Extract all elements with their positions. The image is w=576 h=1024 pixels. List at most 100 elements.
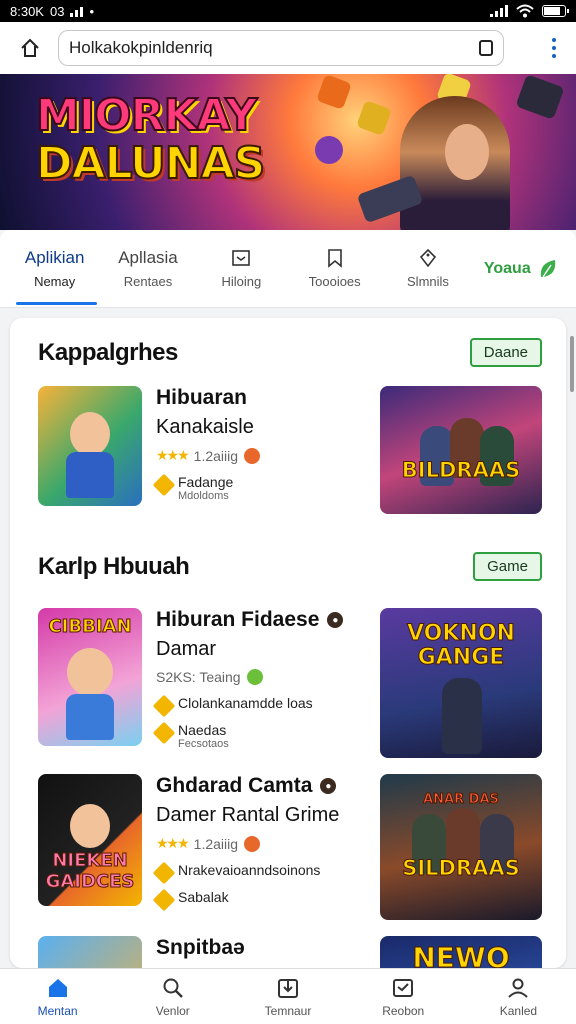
app-tag: Sabalak	[152, 888, 376, 912]
tag-text: Fadange	[178, 474, 234, 490]
section-more-button[interactable]: Daane	[469, 338, 542, 367]
app-poster[interactable]: ANAR DAS SILDRAAS	[380, 774, 542, 920]
list-item[interactable]: NIEKEN GAIDCES Ghdarad Camta ● Damer Rant…	[38, 774, 542, 920]
tab-sublabel: Nemay	[34, 274, 76, 289]
signal-small-icon	[70, 5, 84, 17]
app-thumbnail[interactable]: NIEKEN GAIDCES	[38, 774, 142, 906]
app-name-text: Snpitbaə	[156, 936, 245, 959]
list-item[interactable]: Hibuaran Kanakaisle ★★★ 1.2aiiig Fadange M…	[38, 386, 542, 516]
banner-title-line1: MIORKAY	[35, 90, 258, 141]
app-name: Hibuaran	[156, 386, 376, 410]
poster-title: VOKNON GANGE	[407, 621, 516, 670]
rating-text: S2KS: Teaing	[156, 669, 241, 685]
tag-icon	[152, 694, 176, 718]
tab-toooioes[interactable]: Toooioes	[288, 230, 381, 307]
tab-sublabel: Rentaes	[123, 274, 173, 289]
star-rating-icon: ★★★	[156, 835, 190, 851]
home-icon	[48, 978, 67, 997]
category-tabs: Aplikian Nemay Apllasia Rentaes Hiloing …	[0, 230, 576, 308]
tab-label: Apllasia	[118, 248, 178, 267]
character-body	[66, 694, 114, 740]
poster-title: SILDRAAS	[402, 856, 521, 881]
bottom-navigation: Mentan Venlor Temnaur Reobon Kanled	[0, 968, 576, 1024]
nav-label: Temnaur	[264, 1003, 312, 1018]
section-more-button[interactable]: Game	[473, 552, 542, 581]
thumbnail-title: CIBBIAN	[48, 616, 132, 638]
battery-icon	[542, 5, 569, 17]
wifi-icon	[516, 4, 534, 18]
tag-text: Nrakevaioanndsoinons	[178, 862, 321, 878]
section-title: Kappalgrhes	[38, 338, 178, 366]
tab-apllasia[interactable]: Apllasia Rentaes	[101, 230, 194, 307]
app-name-text: Hiburan Fidaese	[156, 608, 320, 631]
address-bar[interactable]: Holkakokpinldenriq	[58, 30, 504, 66]
list-item[interactable]: Snpitbaə NEWO	[38, 936, 542, 968]
search-icon	[163, 978, 183, 998]
tag-icon	[152, 721, 176, 745]
tab-yoaua[interactable]: Yoaua	[475, 230, 568, 307]
tag-subtext: Mdoldoms	[178, 490, 229, 502]
promo-banner[interactable]: MIORKAY DALUNAS	[0, 74, 576, 230]
status-bar: 8:30K 03 •	[0, 0, 576, 22]
banner-logo: MIORKAY DALUNAS	[35, 90, 276, 189]
bookmark-icon	[324, 248, 346, 268]
app-poster[interactable]: VOKNON GANGE	[380, 608, 542, 758]
tag-icon	[152, 861, 176, 885]
poster-title: NEWO	[412, 941, 510, 968]
home-button[interactable]	[12, 30, 48, 66]
tabs-icon[interactable]	[479, 40, 493, 56]
app-thumbnail[interactable]: CIBBIAN	[38, 608, 142, 746]
tab-slmnils[interactable]: Slmnils	[381, 230, 474, 307]
browser-toolbar: Holkakokpinldenriq	[0, 22, 576, 74]
app-tag: Fadange Mdoldoms	[152, 473, 376, 503]
cell-signal-icon	[490, 5, 508, 17]
floating-crate-icon	[356, 100, 392, 136]
home-outline-icon	[21, 38, 39, 57]
tab-aplikian[interactable]: Aplikian Nemay	[8, 230, 101, 307]
floating-orb-icon	[311, 132, 347, 168]
app-info: Hiburan Fidaese ● Damar S2KS: Teaing Clol…	[152, 608, 376, 751]
banner-title-line2: DALUNAS	[35, 138, 266, 189]
nav-download[interactable]: Temnaur	[230, 969, 345, 1024]
scrollbar[interactable]	[570, 336, 574, 392]
more-menu-button[interactable]	[544, 38, 564, 58]
badge-icon	[244, 447, 261, 464]
app-tag: Naedas Fecsotaos	[152, 721, 376, 751]
app-info: Hibuaran Kanakaisle ★★★ 1.2aiiig Fadange M…	[152, 386, 376, 503]
leaf-icon	[537, 259, 559, 279]
tab-hiloing[interactable]: Hiloing	[195, 230, 288, 307]
app-info: Ghdarad Camta ● Damer Rantal Grime ★★★ 1.2…	[152, 774, 376, 912]
nav-search[interactable]: Venlor	[115, 969, 230, 1024]
app-thumbnail[interactable]	[38, 386, 142, 506]
tab-sublabel: Hiloing	[221, 274, 262, 289]
list-item[interactable]: CIBBIAN Hiburan Fidaese ● Damar S2KS: Tea…	[38, 608, 542, 758]
tag-text: Sabalak	[178, 889, 229, 905]
info-dot-icon: ●	[320, 778, 337, 794]
app-rating: ★★★ 1.2aiiig	[156, 835, 376, 852]
carrier-text: 03	[49, 3, 65, 19]
app-name-text: Ghdarad Camta	[156, 774, 313, 797]
section-header: Karlp Hbuuah Game	[38, 552, 542, 581]
app-thumbnail[interactable]	[38, 936, 142, 968]
app-info: Snpitbaə	[156, 936, 376, 960]
download-icon	[278, 978, 298, 998]
app-poster[interactable]: BILDRAAS	[380, 386, 542, 514]
floating-weapon-icon	[515, 74, 565, 120]
star-rating-icon: ★★★	[156, 447, 190, 463]
character-face	[70, 412, 110, 456]
app-rating: S2KS: Teaing	[156, 669, 376, 685]
app-name: Ghdarad Camta ●	[156, 774, 376, 798]
app-name-text: Hibuaran	[156, 386, 248, 409]
hero-face	[445, 124, 489, 180]
tag-icon	[152, 473, 176, 497]
tab-sublabel: Toooioes	[308, 274, 361, 289]
app-subtitle: Damer Rantal Grime	[156, 804, 340, 826]
nav-inbox[interactable]: Reobon	[346, 969, 461, 1024]
app-name: Hiburan Fidaese ●	[156, 608, 376, 632]
nav-profile[interactable]: Kanled	[461, 969, 576, 1024]
character-body	[66, 452, 114, 498]
nav-home[interactable]: Mentan	[0, 969, 115, 1024]
tag-icon	[417, 248, 439, 268]
app-poster[interactable]: NEWO	[380, 936, 542, 968]
profile-icon	[508, 978, 529, 998]
